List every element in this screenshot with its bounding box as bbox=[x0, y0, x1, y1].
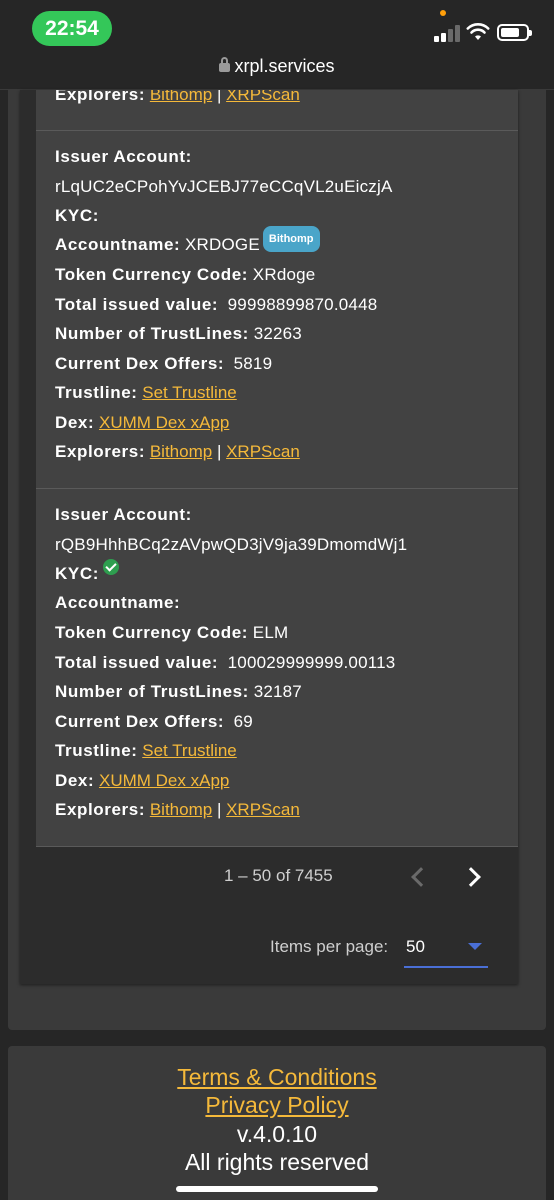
paginator-divider bbox=[36, 846, 518, 847]
trustlines-row: Number of TrustLines: 32187 bbox=[55, 682, 302, 701]
xrpscan-link[interactable]: XRPScan bbox=[226, 90, 300, 104]
accountname-row: Accountname: XRDOGE Bithomp bbox=[55, 226, 320, 260]
explorers-row: Explorers: Bithomp | XRPScan bbox=[55, 442, 300, 461]
trustline-row: Trustline: Set Trustline bbox=[55, 383, 237, 402]
item-divider bbox=[36, 488, 518, 489]
bithomp-link[interactable]: Bithomp bbox=[150, 442, 212, 461]
dex-row: Dex: XUMM Dex xApp bbox=[55, 771, 230, 790]
currency-code-row: Token Currency Code: XRdoge bbox=[55, 265, 316, 284]
status-time[interactable]: 22:54 bbox=[32, 11, 112, 46]
issuer-account-value: rLqUC2eCPohYvJCEBJ77eCCqVL2uEiczjA bbox=[55, 177, 393, 196]
items-per-page-select[interactable]: 50 bbox=[404, 930, 488, 968]
kyc-row: KYC: bbox=[55, 206, 99, 225]
signal-icon bbox=[434, 24, 462, 42]
xumm-dex-link[interactable]: XUMM Dex xApp bbox=[99, 771, 229, 790]
address-bar[interactable]: xrpl.services bbox=[0, 56, 554, 77]
items-per-page-label: Items per page: bbox=[270, 937, 389, 956]
bithomp-badge: Bithomp bbox=[262, 226, 320, 252]
trustlines-row: Number of TrustLines: 32263 bbox=[55, 324, 302, 343]
explorers-row: Explorers: Bithomp | XRPScan bbox=[55, 800, 300, 819]
dex-offers-row: Current Dex Offers: 69 bbox=[55, 712, 253, 731]
accountname-row: Accountname: bbox=[55, 593, 181, 612]
version-text: v.4.0.10 bbox=[236, 1121, 318, 1147]
battery-icon bbox=[497, 24, 532, 41]
terms-link[interactable]: Terms & Conditions bbox=[8, 1064, 546, 1091]
home-indicator[interactable] bbox=[176, 1186, 378, 1192]
issuer-account-label: Issuer Account: bbox=[55, 505, 192, 524]
kyc-row: KYC: bbox=[55, 559, 119, 585]
bithomp-link[interactable]: Bithomp bbox=[150, 800, 212, 819]
xrpscan-link[interactable]: XRPScan bbox=[226, 800, 300, 819]
footer: Terms & Conditions Privacy Policy v.4.0.… bbox=[8, 1046, 546, 1200]
lock-icon bbox=[219, 57, 231, 72]
currency-code-row: Token Currency Code: ELM bbox=[55, 623, 289, 642]
set-trustline-link[interactable]: Set Trustline bbox=[142, 741, 237, 760]
total-issued-row: Total issued value: 99998899870.0448 bbox=[55, 295, 378, 314]
browser-top-bar: 22:54 xrpl.services bbox=[0, 0, 554, 90]
check-circle-icon bbox=[102, 559, 119, 575]
explorers-row: Explorers: Bithomp | XRPScan bbox=[55, 90, 300, 106]
total-issued-row: Total issued value: 100029999999.00113 bbox=[55, 653, 396, 672]
issuer-account-value: rQB9HhhBCq2zAVpwQD3jV9ja39DmomdWj1 bbox=[55, 535, 408, 554]
xumm-dex-link[interactable]: XUMM Dex xApp bbox=[99, 413, 229, 432]
dropdown-arrow-icon bbox=[468, 943, 482, 950]
trustline-row: Trustline: Set Trustline bbox=[55, 741, 237, 760]
paginator-range: 1 – 50 of 7455 bbox=[224, 866, 333, 885]
list-item-previous: Explorers: Bithomp | XRPScan bbox=[36, 90, 518, 130]
issuer-account-label: Issuer Account: bbox=[55, 147, 192, 166]
item-divider bbox=[36, 130, 518, 131]
dex-row: Dex: XUMM Dex xApp bbox=[55, 413, 230, 432]
url-text: xrpl.services bbox=[234, 56, 335, 76]
xrpscan-link[interactable]: XRPScan bbox=[226, 442, 300, 461]
wifi-icon bbox=[466, 23, 490, 40]
dex-offers-row: Current Dex Offers: 5819 bbox=[55, 354, 273, 373]
camera-indicator-icon bbox=[440, 10, 446, 16]
items-per-page-value: 50 bbox=[406, 937, 425, 956]
rights-text: All rights reserved bbox=[184, 1149, 370, 1175]
set-trustline-link[interactable]: Set Trustline bbox=[142, 383, 237, 402]
privacy-link[interactable]: Privacy Policy bbox=[8, 1092, 546, 1119]
bithomp-link[interactable]: Bithomp bbox=[150, 90, 212, 104]
